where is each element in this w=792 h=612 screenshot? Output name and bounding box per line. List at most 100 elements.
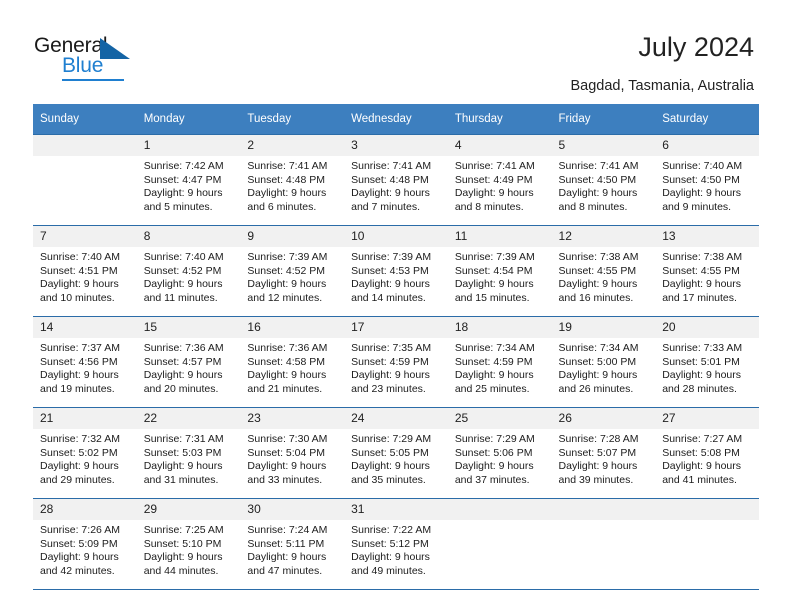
daylight-text-line2: and 44 minutes.: [143, 564, 219, 577]
day-number: 30: [240, 499, 345, 520]
day-number: 15: [136, 317, 241, 338]
calendar-day-cell[interactable]: 6 Sunrise: 7:40 AM Sunset: 4:50 PM Daylight…: [655, 134, 759, 226]
calendar-day-cell[interactable]: 11 Sunrise: 7:39 AM Sunset: 4:54 PM Dayligh…: [447, 225, 552, 317]
calendar-grid: Sunday Monday Tuesday Wednesday Thursday…: [33, 104, 759, 590]
calendar-day-cell[interactable]: 28 Sunrise: 7:26 AM Sunset: 5:09 PM Dayligh…: [33, 498, 137, 590]
calendar-empty-cell: [655, 498, 759, 590]
sunset-text: Sunset: 4:47 PM: [143, 173, 222, 186]
day-number: 31: [344, 499, 448, 520]
calendar-day-cell[interactable]: 23 Sunrise: 7:30 AM Sunset: 5:04 PM Dayligh…: [240, 407, 345, 499]
sunset-text: Sunset: 4:53 PM: [351, 264, 429, 277]
sunrise-text: Sunrise: 7:34 AM: [558, 342, 639, 354]
calendar-day-cell[interactable]: 1 Sunrise: 7:42 AM Sunset: 4:47 PM Daylight…: [136, 134, 241, 226]
day-number: 20: [655, 317, 759, 338]
calendar-day-cell[interactable]: 9 Sunrise: 7:39 AM Sunset: 4:52 PM Daylight…: [240, 225, 345, 317]
page-title: July 2024: [638, 32, 754, 62]
calendar-day-cell[interactable]: 12 Sunrise: 7:38 AM Sunset: 4:55 PM Dayligh…: [551, 225, 656, 317]
calendar-day-cell[interactable]: 29 Sunrise: 7:25 AM Sunset: 5:10 PM Dayligh…: [136, 498, 241, 590]
calendar-day-cell[interactable]: 2 Sunrise: 7:41 AM Sunset: 4:48 PM Daylight…: [240, 134, 345, 226]
calendar-day-cell[interactable]: 20 Sunrise: 7:33 AM Sunset: 5:01 PM Dayligh…: [655, 316, 759, 408]
daylight-text-line1: Daylight: 9 hours: [454, 460, 534, 473]
sunset-text: Sunset: 4:50 PM: [558, 173, 637, 186]
calendar-day-cell[interactable]: 17 Sunrise: 7:35 AM Sunset: 4:59 PM Dayligh…: [344, 316, 448, 408]
sunset-text: Sunset: 5:05 PM: [351, 446, 429, 459]
day-details: Sunrise: 7:39 AM Sunset: 4:53 PM Daylight:…: [344, 247, 448, 305]
daylight-text-line1: Daylight: 9 hours: [662, 369, 742, 382]
daylight-text-line1: Daylight: 9 hours: [558, 460, 638, 473]
day-number: 9: [240, 226, 345, 247]
sunset-text: Sunset: 5:11 PM: [247, 537, 325, 550]
daylight-text-line1: Daylight: 9 hours: [143, 278, 223, 291]
sunset-text: Sunset: 5:09 PM: [40, 537, 118, 550]
calendar-day-cell[interactable]: 5 Sunrise: 7:41 AM Sunset: 4:50 PM Daylight…: [551, 134, 656, 226]
weekday-header-tuesday: Tuesday: [240, 104, 345, 135]
sunset-text: Sunset: 5:10 PM: [143, 537, 222, 550]
day-details: Sunrise: 7:36 AM Sunset: 4:57 PM Daylight:…: [137, 338, 241, 396]
day-details: Sunrise: 7:42 AM Sunset: 4:47 PM Daylight:…: [137, 156, 241, 214]
sunset-text: Sunset: 5:00 PM: [558, 355, 637, 368]
day-details: [448, 520, 552, 578]
daylight-text-line1: Daylight: 9 hours: [351, 369, 430, 382]
day-details: Sunrise: 7:22 AM Sunset: 5:12 PM Daylight:…: [344, 520, 448, 578]
calendar-day-cell[interactable]: 31 Sunrise: 7:22 AM Sunset: 5:12 PM Dayligh…: [344, 498, 448, 590]
logo-text-blue: Blue: [62, 54, 104, 77]
calendar-day-cell[interactable]: 16 Sunrise: 7:36 AM Sunset: 4:58 PM Dayligh…: [240, 316, 345, 408]
daylight-text-line2: and 11 minutes.: [143, 291, 218, 304]
general-blue-logo[interactable]: General Blue: [34, 34, 214, 86]
calendar-head: Sunday Monday Tuesday Wednesday Thursday…: [33, 104, 759, 135]
day-number: [447, 499, 552, 520]
sunrise-text: Sunrise: 7:41 AM: [558, 160, 639, 172]
calendar-day-cell[interactable]: 18 Sunrise: 7:34 AM Sunset: 4:59 PM Dayligh…: [447, 316, 552, 408]
daylight-text-line1: Daylight: 9 hours: [558, 369, 638, 382]
calendar-day-cell[interactable]: 30 Sunrise: 7:24 AM Sunset: 5:11 PM Dayligh…: [240, 498, 345, 590]
calendar-day-cell[interactable]: 15 Sunrise: 7:36 AM Sunset: 4:57 PM Dayligh…: [136, 316, 241, 408]
calendar-day-cell[interactable]: 27 Sunrise: 7:27 AM Sunset: 5:08 PM Dayligh…: [655, 407, 759, 499]
daylight-text-line2: and 39 minutes.: [558, 473, 634, 486]
sunrise-text: Sunrise: 7:39 AM: [247, 251, 328, 263]
daylight-text-line2: and 16 minutes.: [558, 291, 634, 304]
calendar-day-cell[interactable]: 25 Sunrise: 7:29 AM Sunset: 5:06 PM Dayligh…: [447, 407, 552, 499]
calendar-day-cell[interactable]: 21 Sunrise: 7:32 AM Sunset: 5:02 PM Dayligh…: [33, 407, 137, 499]
calendar-day-cell[interactable]: 7 Sunrise: 7:40 AM Sunset: 4:51 PM Daylight…: [33, 225, 137, 317]
calendar-day-cell[interactable]: 8 Sunrise: 7:40 AM Sunset: 4:52 PM Daylight…: [136, 225, 241, 317]
sunrise-text: Sunrise: 7:29 AM: [351, 433, 432, 445]
sunset-text: Sunset: 4:55 PM: [662, 264, 740, 277]
calendar-day-cell[interactable]: 4 Sunrise: 7:41 AM Sunset: 4:49 PM Daylight…: [447, 134, 552, 226]
sunrise-text: Sunrise: 7:34 AM: [454, 342, 535, 354]
sunset-text: Sunset: 5:03 PM: [143, 446, 222, 459]
sunset-text: Sunset: 5:01 PM: [662, 355, 740, 368]
sunset-text: Sunset: 4:52 PM: [247, 264, 326, 277]
day-number: 12: [551, 226, 656, 247]
weekday-header-friday: Friday: [551, 104, 656, 135]
sunset-text: Sunset: 4:57 PM: [143, 355, 222, 368]
daylight-text-line2: and 7 minutes.: [351, 200, 420, 213]
daylight-text-line1: Daylight: 9 hours: [454, 278, 534, 291]
daylight-text-line1: Daylight: 9 hours: [351, 187, 430, 200]
sunset-text: Sunset: 4:58 PM: [247, 355, 326, 368]
daylight-text-line1: Daylight: 9 hours: [454, 187, 534, 200]
daylight-text-line1: Daylight: 9 hours: [247, 187, 327, 200]
sunset-text: Sunset: 4:49 PM: [454, 173, 533, 186]
calendar-day-cell[interactable]: 14 Sunrise: 7:37 AM Sunset: 4:56 PM Dayligh…: [33, 316, 137, 408]
calendar-day-cell[interactable]: 10 Sunrise: 7:39 AM Sunset: 4:53 PM Dayligh…: [344, 225, 448, 317]
sunrise-text: Sunrise: 7:41 AM: [247, 160, 328, 172]
sunrise-text: Sunrise: 7:39 AM: [454, 251, 535, 263]
calendar-day-cell[interactable]: 24 Sunrise: 7:29 AM Sunset: 5:05 PM Dayligh…: [344, 407, 448, 499]
day-details: Sunrise: 7:39 AM Sunset: 4:52 PM Daylight:…: [240, 247, 344, 305]
day-number: 16: [240, 317, 345, 338]
daylight-text-line2: and 49 minutes.: [351, 564, 426, 577]
calendar-day-cell[interactable]: 26 Sunrise: 7:28 AM Sunset: 5:07 PM Dayligh…: [551, 407, 656, 499]
calendar-week-row: 14 Sunrise: 7:37 AM Sunset: 4:56 PM Dayligh…: [33, 316, 759, 408]
daylight-text-line2: and 8 minutes.: [558, 200, 628, 213]
sunset-text: Sunset: 4:52 PM: [143, 264, 222, 277]
daylight-text-line2: and 23 minutes.: [351, 382, 426, 395]
daylight-text-line1: Daylight: 9 hours: [247, 551, 327, 564]
calendar-day-cell[interactable]: 3 Sunrise: 7:41 AM Sunset: 4:48 PM Daylight…: [344, 134, 448, 226]
calendar-day-cell[interactable]: 19 Sunrise: 7:34 AM Sunset: 5:00 PM Dayligh…: [551, 316, 656, 408]
day-number: 25: [447, 408, 552, 429]
daylight-text-line1: Daylight: 9 hours: [143, 369, 223, 382]
day-details: Sunrise: 7:29 AM Sunset: 5:05 PM Daylight:…: [344, 429, 448, 487]
calendar-day-cell[interactable]: 22 Sunrise: 7:31 AM Sunset: 5:03 PM Dayligh…: [136, 407, 241, 499]
calendar-day-cell[interactable]: 13 Sunrise: 7:38 AM Sunset: 4:55 PM Dayligh…: [655, 225, 759, 317]
calendar-week-row: 1 Sunrise: 7:42 AM Sunset: 4:47 PM Daylight…: [33, 134, 759, 226]
